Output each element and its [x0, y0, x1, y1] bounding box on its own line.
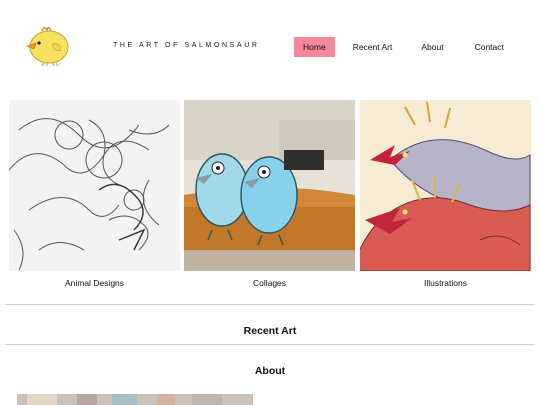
- chick-logo[interactable]: [22, 22, 76, 66]
- caption-collages[interactable]: Collages: [184, 278, 355, 288]
- collages-thumbnail[interactable]: [184, 100, 355, 271]
- nav-contact[interactable]: Contact: [466, 37, 513, 57]
- caption-illustrations[interactable]: Illustrations: [360, 278, 531, 288]
- sketch-image: [9, 100, 180, 271]
- about-photo: [17, 393, 253, 405]
- caption-animal-designs[interactable]: Animal Designs: [9, 278, 180, 288]
- divider-top: [5, 304, 535, 305]
- gallery-card-animal-designs[interactable]: Animal Designs: [9, 100, 180, 288]
- about-photo-image: [17, 394, 253, 405]
- animal-designs-thumbnail[interactable]: [9, 100, 180, 271]
- main-nav: Home Recent Art About Contact: [294, 37, 513, 57]
- nav-home[interactable]: Home: [294, 37, 335, 57]
- dragon-illustration-image: [360, 100, 531, 271]
- recent-art-heading: Recent Art: [243, 325, 297, 337]
- divider-middle: [5, 344, 535, 345]
- about-heading: About: [254, 365, 286, 377]
- gallery-card-illustrations[interactable]: Illustrations: [360, 100, 531, 288]
- collage-image: [184, 100, 355, 271]
- nav-recent-art[interactable]: Recent Art: [344, 37, 402, 57]
- site-title: THE ART OF SALMONSAUR: [113, 42, 260, 49]
- site-header: THE ART OF SALMONSAUR Home Recent Art Ab…: [0, 0, 540, 95]
- gallery-card-collages[interactable]: Collages: [184, 100, 355, 288]
- nav-about[interactable]: About: [412, 37, 452, 57]
- illustrations-thumbnail[interactable]: [360, 100, 531, 271]
